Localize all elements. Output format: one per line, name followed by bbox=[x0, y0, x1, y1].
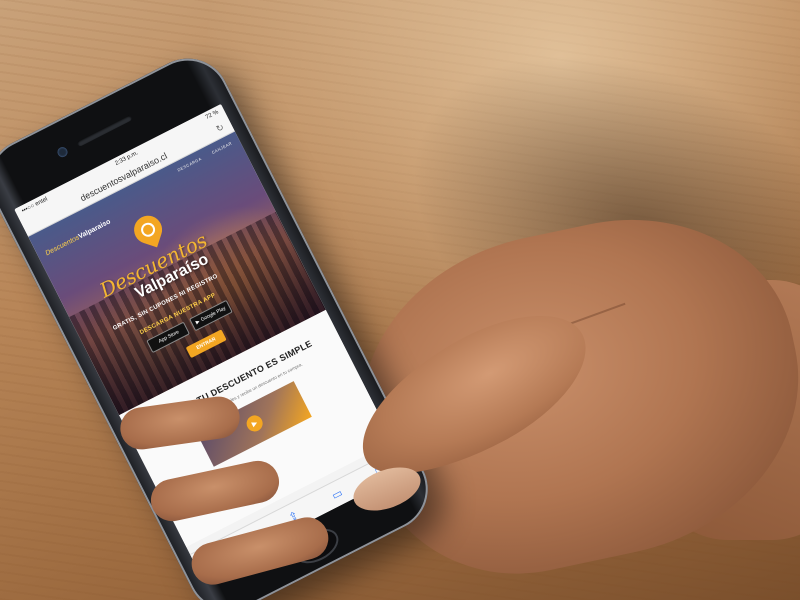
photo-scene: •••○○ entel 2:33 p.m. 72 % descuentosval… bbox=[0, 0, 800, 600]
map-pin-icon bbox=[130, 212, 166, 248]
play-icon[interactable]: ▶ bbox=[243, 412, 266, 435]
earpiece-speaker bbox=[76, 114, 133, 148]
pin-ring bbox=[139, 220, 157, 239]
logo-script: Descuentos bbox=[44, 234, 81, 258]
logo-bold: Valparaiso bbox=[77, 218, 112, 241]
site-logo[interactable]: DescuentosValparaiso bbox=[44, 218, 111, 257]
nav-item-canjear[interactable]: CANJEAR bbox=[211, 141, 233, 156]
bookmarks-icon[interactable]: ▭ bbox=[329, 486, 345, 502]
front-camera bbox=[55, 145, 70, 159]
nav-item-descarga[interactable]: DESCARGA bbox=[177, 156, 203, 172]
